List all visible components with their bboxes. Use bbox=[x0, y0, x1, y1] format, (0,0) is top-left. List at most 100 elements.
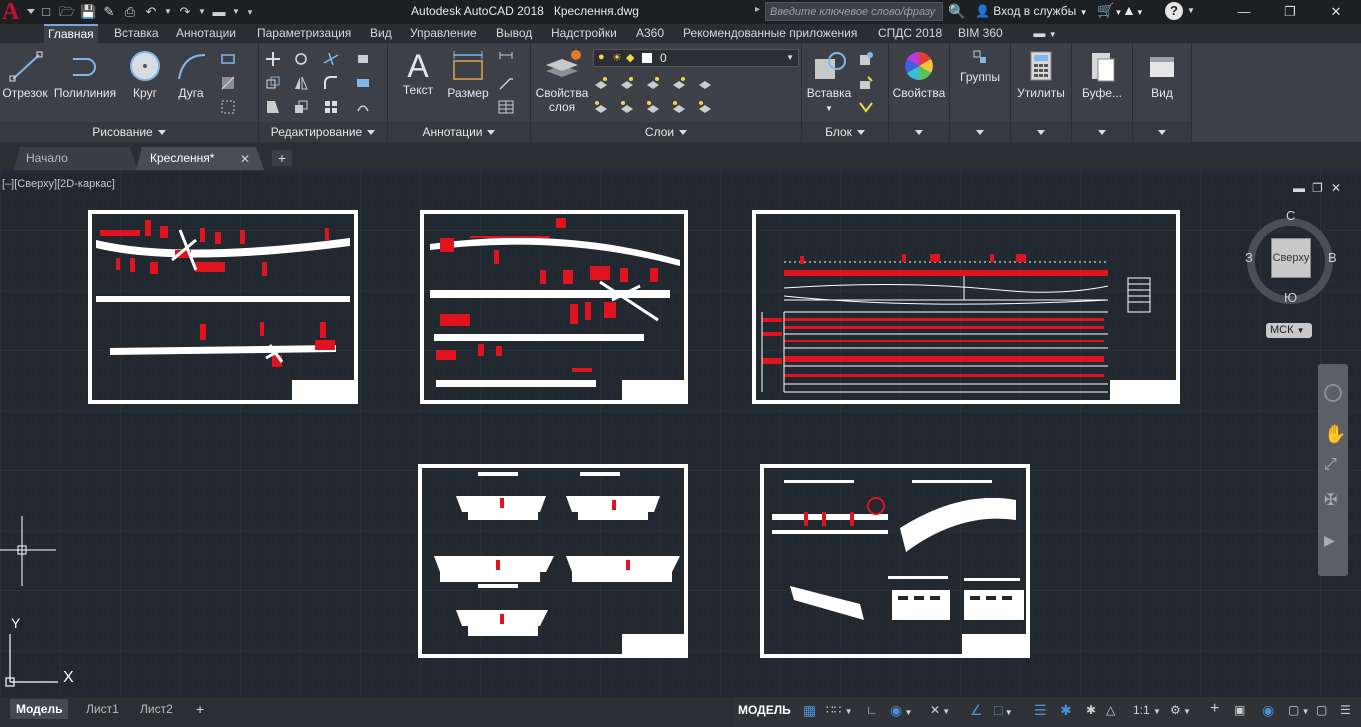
line-button[interactable]: Отрезок bbox=[2, 49, 48, 100]
properties-button[interactable]: Свойства bbox=[889, 49, 949, 100]
modify-panel-title[interactable]: Редактирование bbox=[259, 122, 387, 142]
exchange-icon[interactable]: ▲▼ bbox=[1122, 2, 1144, 18]
utilities-panel-expand[interactable] bbox=[1011, 122, 1071, 142]
utilities-button[interactable]: Утилиты bbox=[1011, 49, 1071, 100]
close-tab-icon[interactable]: ✕ bbox=[240, 152, 250, 166]
array-icon[interactable] bbox=[323, 99, 339, 115]
mirror-icon[interactable] bbox=[293, 75, 309, 91]
layer-tool-4-icon[interactable] bbox=[671, 75, 687, 91]
layer-tool-10-icon[interactable] bbox=[697, 99, 713, 115]
save-icon[interactable]: 💾 bbox=[80, 4, 96, 20]
annotation-scale-icon[interactable]: △ bbox=[1106, 703, 1115, 717]
layer-properties-button[interactable]: Свойства слоя bbox=[533, 49, 591, 114]
binoculars-icon[interactable]: 🔍 bbox=[948, 3, 965, 20]
tab-featured-apps[interactable]: Рекомендованные приложения bbox=[683, 24, 857, 43]
workspace-icon[interactable]: ▬ bbox=[211, 4, 227, 20]
chevron-down-icon[interactable]: ▼ bbox=[198, 4, 206, 20]
tab-insert[interactable]: Вставка bbox=[114, 24, 159, 43]
annotation-monitor-icon[interactable]: + bbox=[1210, 700, 1219, 718]
redo-icon[interactable]: ↷ bbox=[177, 4, 193, 20]
customize-qat-icon[interactable]: ▾ bbox=[245, 4, 255, 20]
annotation-panel-title[interactable]: Аннотации bbox=[388, 122, 530, 142]
isodraft-icon[interactable]: ✕ ▼ bbox=[930, 703, 950, 717]
drawing-canvas[interactable]: Y X bbox=[0, 170, 1361, 697]
tab-start[interactable]: Начало bbox=[14, 147, 134, 170]
help-button[interactable]: ? bbox=[1165, 2, 1183, 20]
dimension-button[interactable]: Размер bbox=[444, 49, 492, 100]
move-icon[interactable] bbox=[265, 51, 281, 67]
circle-button[interactable]: Круг bbox=[122, 49, 168, 100]
clipboard-panel-expand[interactable] bbox=[1072, 122, 1132, 142]
polyline-button[interactable]: Полилиния bbox=[52, 49, 118, 100]
orbit-icon[interactable]: ✠ bbox=[1324, 490, 1337, 510]
lineweight-icon[interactable]: ☰ bbox=[1034, 702, 1047, 719]
view-button[interactable]: Вид bbox=[1133, 49, 1191, 100]
view-panel-expand[interactable] bbox=[1133, 122, 1191, 142]
chevron-down-icon[interactable]: ▼ bbox=[232, 4, 240, 20]
polar-icon[interactable]: ◉ ▼ bbox=[890, 702, 912, 719]
tab-view[interactable]: Вид bbox=[370, 24, 392, 43]
tab-drawing[interactable]: Креслення* bbox=[138, 147, 248, 170]
linear-dim-icon[interactable] bbox=[498, 51, 514, 67]
offset-icon[interactable] bbox=[355, 99, 371, 115]
tab-home[interactable]: Главная bbox=[44, 24, 98, 43]
isolate-objects-icon[interactable]: ◉ bbox=[1262, 702, 1274, 719]
explode-icon[interactable] bbox=[355, 75, 371, 91]
layer-tool-8-icon[interactable] bbox=[645, 99, 661, 115]
open-icon[interactable]: 🗁 bbox=[59, 4, 75, 20]
viewport-restore-icon[interactable]: ❐ bbox=[1312, 181, 1323, 195]
steering-wheel-icon[interactable] bbox=[1324, 384, 1342, 402]
stretch-icon[interactable] bbox=[265, 99, 281, 115]
showmotion-icon[interactable]: ▶ bbox=[1324, 532, 1335, 549]
maximize-button[interactable]: ❐ bbox=[1267, 0, 1313, 24]
chevron-down-icon[interactable]: ▼ bbox=[164, 4, 172, 20]
viewport-controls-label[interactable]: [–][Сверху][2D-каркас] bbox=[2, 178, 115, 190]
viewport-close-icon[interactable]: ✕ bbox=[1331, 181, 1341, 195]
cart-icon[interactable]: 🛒▼ bbox=[1097, 2, 1122, 19]
hardware-acceleration-icon[interactable]: ▢ ▼ bbox=[1288, 703, 1309, 717]
tab-layout2[interactable]: Лист2 bbox=[134, 699, 179, 719]
tab-output[interactable]: Вывод bbox=[496, 24, 532, 43]
workspace-gear-icon[interactable]: ⚙ ▼ bbox=[1170, 703, 1191, 717]
viewcube-top-face[interactable]: Сверху bbox=[1271, 238, 1311, 278]
scale-icon[interactable] bbox=[293, 99, 309, 115]
search-expand-icon[interactable]: ▸ bbox=[755, 4, 763, 20]
clean-screen-icon[interactable]: ▢ bbox=[1316, 703, 1327, 717]
annotation-scale-value[interactable]: 1:1 ▼ bbox=[1133, 703, 1161, 717]
tab-spds[interactable]: СПДС 2018 bbox=[878, 24, 942, 43]
block-panel-title[interactable]: Блок bbox=[802, 122, 888, 142]
copy-icon[interactable] bbox=[265, 75, 281, 91]
fillet-icon[interactable] bbox=[323, 75, 339, 91]
groups-panel-expand[interactable] bbox=[950, 122, 1010, 142]
compass-west[interactable]: З bbox=[1245, 250, 1253, 265]
minimize-button[interactable]: — bbox=[1221, 0, 1267, 24]
leader-icon[interactable] bbox=[498, 75, 514, 91]
tab-layout1[interactable]: Лист1 bbox=[80, 699, 125, 719]
compass-east[interactable]: В bbox=[1328, 250, 1337, 265]
ucs-dropdown[interactable]: МСК ▼ bbox=[1266, 323, 1312, 338]
boundary-icon[interactable] bbox=[220, 99, 236, 115]
sign-in-button[interactable]: 👤 Вход в службы ▼ bbox=[975, 4, 1088, 18]
properties-panel-expand[interactable] bbox=[889, 122, 949, 142]
model-space-button[interactable]: МОДЕЛЬ bbox=[738, 703, 791, 717]
clipboard-button[interactable]: Буфе... bbox=[1072, 49, 1132, 100]
attribute-icon[interactable] bbox=[858, 99, 874, 115]
layer-tool-1-icon[interactable] bbox=[593, 75, 609, 91]
chevron-down-icon[interactable]: ▼ bbox=[1187, 6, 1195, 15]
layers-panel-title[interactable]: Слои bbox=[531, 122, 801, 142]
insert-block-button[interactable]: Вставка ▼ bbox=[804, 49, 854, 116]
customization-icon[interactable]: ☰ bbox=[1340, 703, 1351, 717]
new-layout-button[interactable]: + bbox=[190, 699, 210, 719]
new-icon[interactable]: □ bbox=[38, 4, 54, 20]
arc-button[interactable]: Дуга bbox=[170, 49, 212, 100]
rectangle-icon[interactable] bbox=[220, 51, 236, 67]
tab-manage[interactable]: Управление bbox=[410, 24, 477, 43]
table-icon[interactable] bbox=[498, 99, 514, 115]
text-button[interactable]: A Текст bbox=[396, 49, 440, 97]
tab-a360[interactable]: A360 bbox=[636, 24, 664, 43]
print-icon[interactable]: ⎙ bbox=[122, 4, 138, 20]
rotate-icon[interactable] bbox=[293, 51, 309, 67]
layer-tool-7-icon[interactable] bbox=[619, 99, 635, 115]
trim-icon[interactable] bbox=[323, 51, 339, 67]
viewport-minimize-icon[interactable]: ▬ bbox=[1293, 181, 1305, 195]
